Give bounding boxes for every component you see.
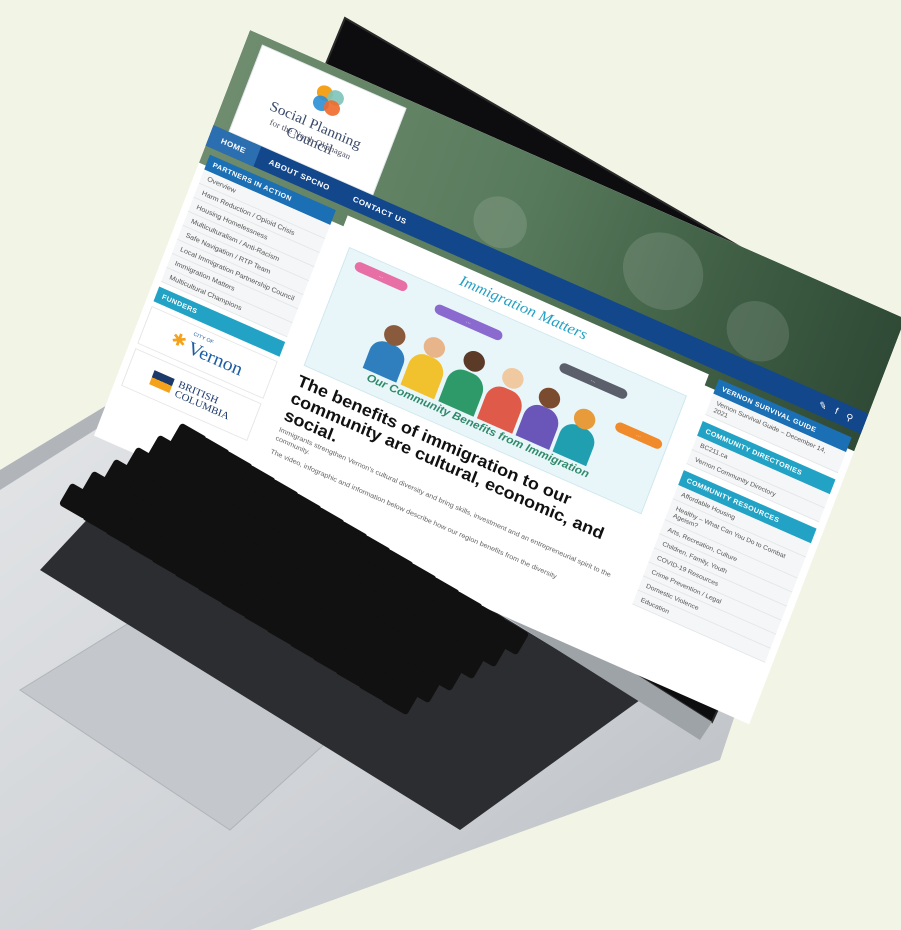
bc-flag-icon [149,370,175,394]
search-icon[interactable]: ⚲ [844,411,855,423]
speech-bubble: … [433,302,504,342]
speech-bubble: … [353,260,409,293]
twitter-icon[interactable]: ✎ [817,399,829,413]
speech-bubble: … [613,420,664,451]
facebook-icon[interactable]: f [833,406,840,417]
speech-bubble: … [557,361,629,401]
